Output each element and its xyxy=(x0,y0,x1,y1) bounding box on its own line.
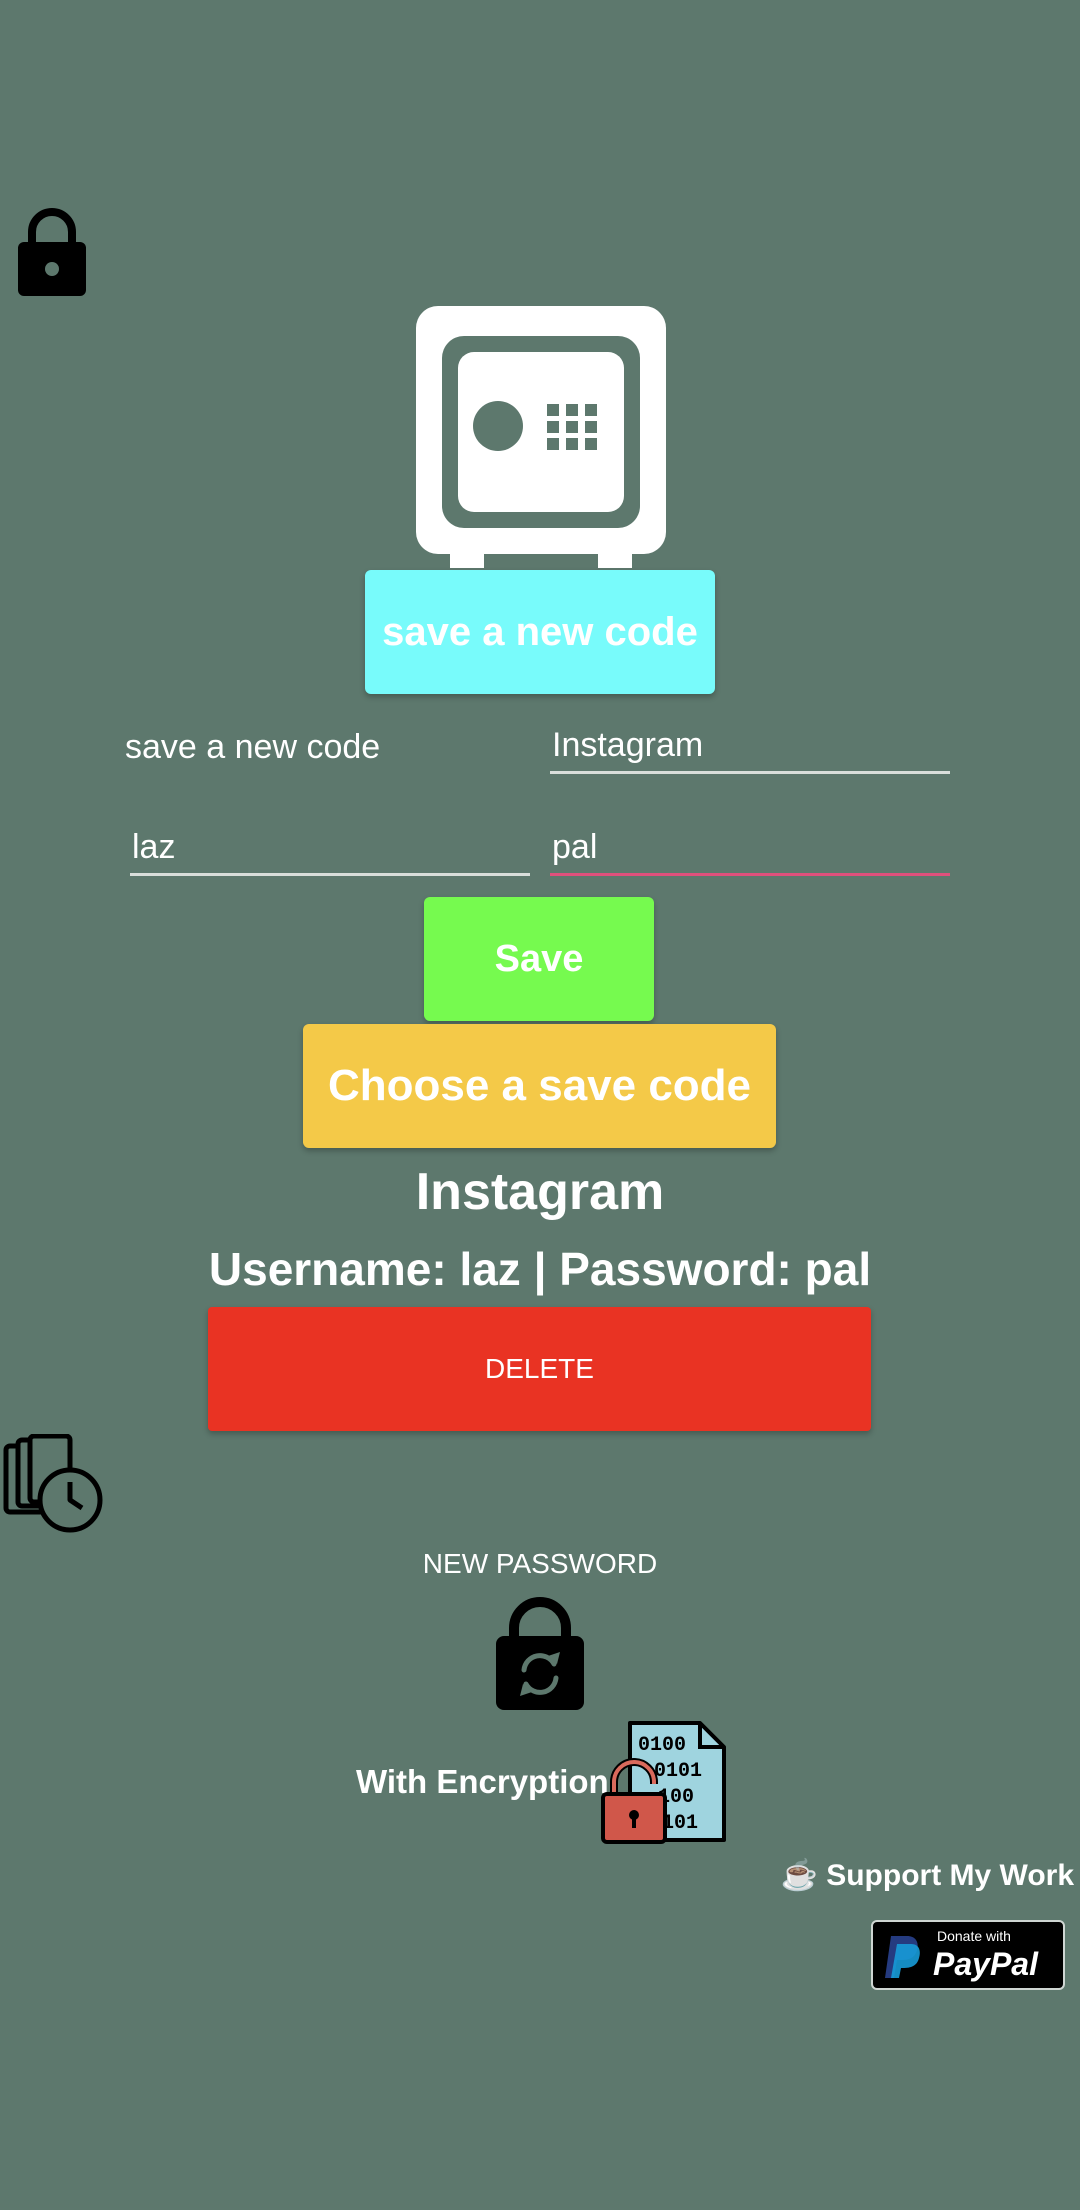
choose-saved-code-button[interactable]: Choose a save code xyxy=(303,1024,776,1148)
username-input[interactable]: laz xyxy=(130,820,530,876)
username-value: laz xyxy=(132,828,176,866)
service-name-value: Instagram xyxy=(552,726,704,764)
selected-service-title: Instagram xyxy=(415,1163,665,1221)
selected-credentials: Username: laz | Password: pal xyxy=(208,1243,872,1295)
save-label: Save xyxy=(494,937,584,980)
service-name-input[interactable]: Instagram xyxy=(550,718,950,774)
password-value: pal xyxy=(552,828,598,866)
lock-refresh-icon[interactable] xyxy=(494,1594,586,1712)
paypal-big-text: PayPal xyxy=(933,1946,1038,1982)
paypal-logo-icon xyxy=(885,1936,920,1978)
svg-text:0101: 0101 xyxy=(654,1760,702,1783)
save-new-code-label: save a new code xyxy=(382,609,698,654)
document-history-icon[interactable] xyxy=(2,1433,104,1534)
password-input[interactable]: pal xyxy=(550,820,950,876)
save-new-code-button[interactable]: save a new code xyxy=(365,570,715,694)
svg-text:101: 101 xyxy=(662,1812,698,1835)
safe-icon xyxy=(416,306,666,568)
delete-label: DELETE xyxy=(485,1353,594,1384)
paypal-small-text: Donate with xyxy=(937,1928,1011,1944)
support-label: ☕ Support My Work xyxy=(780,1859,1074,1892)
paypal-donate-button[interactable]: Donate with PayPal xyxy=(871,1920,1065,1990)
new-password-label[interactable]: NEW PASSWORD xyxy=(0,1548,1080,1580)
choose-saved-code-label: Choose a save code xyxy=(327,1061,752,1110)
form-label: save a new code xyxy=(125,728,381,766)
delete-button[interactable]: DELETE xyxy=(208,1307,871,1431)
save-button[interactable]: Save xyxy=(424,897,654,1021)
encrypted-file-icon[interactable]: 0100 0101 100 101 xyxy=(600,1720,726,1846)
encryption-label: With Encryption xyxy=(356,1763,609,1800)
lock-icon[interactable] xyxy=(16,206,88,298)
svg-text:0100: 0100 xyxy=(638,1734,686,1757)
